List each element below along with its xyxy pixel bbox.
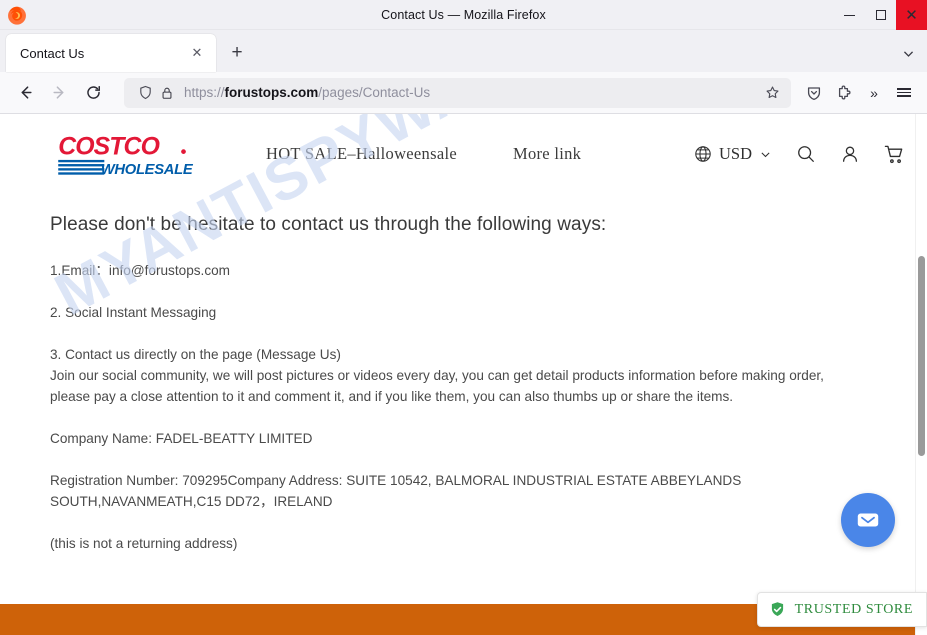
firefox-logo-icon	[8, 6, 26, 25]
new-tab-icon[interactable]: +	[222, 38, 252, 68]
contact-social-line: 2. Social Instant Messaging	[50, 305, 217, 320]
join-community-line-2: please pay a close attention to it and c…	[50, 389, 734, 404]
account-icon[interactable]	[840, 144, 860, 164]
returning-address-note: (this is not a returning address)	[50, 536, 238, 551]
back-button[interactable]	[8, 77, 42, 109]
shield-check-icon	[771, 602, 783, 616]
page-scrollbar[interactable]	[915, 114, 927, 635]
registration-line-2: SOUTH,NAVANMEATH,C15 DD72，IRELAND	[50, 494, 333, 509]
close-tab-icon[interactable]: ✕	[186, 42, 208, 64]
tracking-protection-shield-icon[interactable]	[134, 82, 156, 104]
url-text[interactable]: https://forustops.com/pages/Contact-Us	[184, 85, 759, 100]
join-community-line-1: Join our social community, we will post …	[50, 368, 824, 383]
scrollbar-thumb[interactable]	[918, 256, 925, 456]
nav-item-hot-sale[interactable]: HOT SALE–Halloweensale	[266, 144, 457, 164]
company-name-line: Company Name: FADEL-BEATTY LIMITED	[50, 431, 313, 446]
wholesale-wordmark: WHOLESALE	[101, 162, 194, 178]
search-icon[interactable]	[796, 144, 816, 164]
page-title: Please don't be hesitate to contact us t…	[50, 214, 607, 235]
trusted-store-badge[interactable]: TRUSTED STORE	[756, 592, 927, 627]
currency-selector[interactable]: USD	[694, 144, 772, 164]
tab-strip: Contact Us ✕ +	[0, 30, 927, 72]
costco-wordmark: COSTCO	[58, 134, 159, 161]
url-protocol: https://	[184, 85, 225, 100]
maximize-button[interactable]	[865, 0, 896, 30]
lock-icon[interactable]	[156, 82, 178, 104]
reload-button[interactable]	[76, 77, 110, 109]
forward-button[interactable]	[42, 77, 76, 109]
chat-widget-button[interactable]	[841, 493, 895, 547]
url-bar[interactable]: https://forustops.com/pages/Contact-Us	[124, 77, 791, 108]
url-path: /pages/Contact-Us	[318, 85, 431, 100]
window-title: Contact Us — Mozilla Firefox	[381, 8, 546, 22]
navigation-toolbar: https://forustops.com/pages/Contact-Us »	[0, 72, 927, 114]
close-window-button[interactable]: ✕	[896, 0, 927, 30]
tab-title: Contact Us	[20, 45, 85, 61]
url-domain: forustops.com	[224, 85, 319, 100]
title-bar: Contact Us — Mozilla Firefox ✕	[0, 0, 927, 30]
browser-window: Contact Us — Mozilla Firefox ✕ Contact U…	[0, 0, 927, 635]
pocket-save-icon[interactable]	[799, 78, 829, 108]
list-all-tabs-icon[interactable]	[902, 47, 915, 63]
nav-item-more-link[interactable]: More link	[513, 144, 581, 164]
overflow-menu-icon[interactable]: »	[859, 78, 889, 108]
application-menu-icon[interactable]	[889, 78, 919, 108]
extensions-puzzle-icon[interactable]	[829, 78, 859, 108]
minimize-button[interactable]	[834, 0, 865, 30]
registration-line-1: Registration Number: 709295Company Addre…	[50, 473, 742, 488]
currency-value: USD	[718, 144, 752, 163]
site-nav: HOT SALE–Halloweensale More link	[266, 144, 581, 164]
contact-page-line: 3. Contact us directly on the page (Mess…	[50, 347, 341, 362]
browser-tab-contact-us[interactable]: Contact Us ✕	[6, 34, 216, 72]
chevron-down-icon	[759, 148, 772, 161]
site-header-actions: USD	[694, 144, 905, 165]
site-header: COSTCO WHOLESALE HOT SALE–Halloweensale …	[0, 114, 927, 194]
window-controls: ✕	[834, 0, 927, 30]
cart-icon[interactable]	[884, 144, 905, 165]
contact-content: Please don't be hesitate to contact us t…	[0, 194, 927, 554]
trusted-store-label: TRUSTED STORE	[794, 601, 913, 617]
envelope-icon	[857, 513, 879, 527]
bookmark-star-icon[interactable]	[759, 79, 785, 106]
web-page-content: COSTCO WHOLESALE HOT SALE–Halloweensale …	[0, 114, 927, 635]
globe-icon	[694, 145, 712, 163]
contact-email-line: 1.Email：info@forustops.com	[50, 263, 231, 278]
costco-logo[interactable]: COSTCO WHOLESALE	[56, 128, 194, 180]
